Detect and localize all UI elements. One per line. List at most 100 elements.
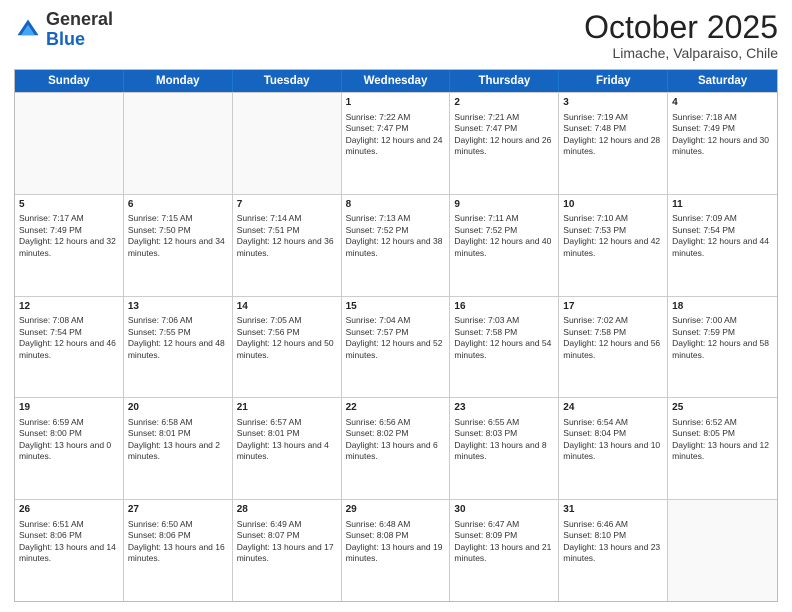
- day-cell-27: 27Sunrise: 6:50 AMSunset: 8:06 PMDayligh…: [124, 500, 233, 601]
- day-number: 29: [346, 503, 446, 517]
- day-number: 6: [128, 198, 228, 212]
- day-cell-20: 20Sunrise: 6:58 AMSunset: 8:01 PMDayligh…: [124, 398, 233, 499]
- day-info: Sunrise: 6:54 AMSunset: 8:04 PMDaylight:…: [563, 417, 663, 463]
- day-number: 23: [454, 401, 554, 415]
- day-cell-13: 13Sunrise: 7:06 AMSunset: 7:55 PMDayligh…: [124, 297, 233, 398]
- day-cell-1: 1Sunrise: 7:22 AMSunset: 7:47 PMDaylight…: [342, 93, 451, 194]
- day-cell-4: 4 Sunrise: 7:18 AMSunset: 7:49 PMDaylight…: [668, 93, 777, 194]
- day-cell-26: 26 Sunrise: 6:51 AMSunset: 8:06 PMDayligh…: [15, 500, 124, 601]
- day-header-monday: Monday: [124, 70, 233, 92]
- day-number: 12: [19, 300, 119, 314]
- day-number: 2: [454, 96, 554, 110]
- calendar-title: October 2025: [584, 10, 778, 45]
- logo-general: General: [46, 10, 113, 30]
- day-info: Sunrise: 6:59 AMSunset: 8:00 PMDaylight:…: [19, 417, 119, 463]
- empty-cell: [668, 500, 777, 601]
- day-cell-30: 30 Sunrise: 6:47 AMSunset: 8:09 PMDayligh…: [450, 500, 559, 601]
- day-info: Sunrise: 7:15 AMSunset: 7:50 PMDaylight:…: [128, 213, 228, 259]
- day-info: Sunrise: 7:06 AMSunset: 7:55 PMDaylight:…: [128, 315, 228, 361]
- day-cell-14: 14Sunrise: 7:05 AMSunset: 7:56 PMDayligh…: [233, 297, 342, 398]
- day-cell-29: 29 Sunrise: 6:48 AMSunset: 8:08 PMDayligh…: [342, 500, 451, 601]
- day-info: Sunrise: 6:52 AMSunset: 8:05 PMDaylight:…: [672, 417, 773, 463]
- day-number: 7: [237, 198, 337, 212]
- day-cell-16: 16Sunrise: 7:03 AMSunset: 7:58 PMDayligh…: [450, 297, 559, 398]
- week-row-2: 5Sunrise: 7:17 AMSunset: 7:49 PMDaylight…: [15, 194, 777, 296]
- header: General Blue October 2025 Limache, Valpa…: [14, 10, 778, 61]
- day-number: 11: [672, 198, 773, 212]
- title-block: October 2025 Limache, Valparaiso, Chile: [584, 10, 778, 61]
- day-info: Sunrise: 7:21 AMSunset: 7:47 PMDaylight:…: [454, 112, 554, 158]
- day-number: 3: [563, 96, 663, 110]
- logo-blue: Blue: [46, 30, 113, 50]
- day-number: 30: [454, 503, 554, 517]
- day-cell-21: 21Sunrise: 6:57 AMSunset: 8:01 PMDayligh…: [233, 398, 342, 499]
- day-number: 19: [19, 401, 119, 415]
- day-number: 14: [237, 300, 337, 314]
- day-info: Sunrise: 7:14 AMSunset: 7:51 PMDaylight:…: [237, 213, 337, 259]
- day-info: Sunrise: 7:13 AMSunset: 7:52 PMDaylight:…: [346, 213, 446, 259]
- page: General Blue October 2025 Limache, Valpa…: [0, 0, 792, 612]
- week-row-1: 1Sunrise: 7:22 AMSunset: 7:47 PMDaylight…: [15, 92, 777, 194]
- day-number: 16: [454, 300, 554, 314]
- day-info: Sunrise: 7:02 AMSunset: 7:58 PMDaylight:…: [563, 315, 663, 361]
- calendar-body: 1Sunrise: 7:22 AMSunset: 7:47 PMDaylight…: [15, 92, 777, 601]
- day-cell-15: 15Sunrise: 7:04 AMSunset: 7:57 PMDayligh…: [342, 297, 451, 398]
- day-info: Sunrise: 6:55 AMSunset: 8:03 PMDaylight:…: [454, 417, 554, 463]
- day-info: Sunrise: 6:56 AMSunset: 8:02 PMDaylight:…: [346, 417, 446, 463]
- day-number: 24: [563, 401, 663, 415]
- day-info: Sunrise: 6:49 AMSunset: 8:07 PMDaylight:…: [237, 519, 337, 565]
- logo-icon: [14, 16, 42, 44]
- day-info: Sunrise: 6:51 AMSunset: 8:06 PMDaylight:…: [19, 519, 119, 565]
- day-cell-11: 11Sunrise: 7:09 AMSunset: 7:54 PMDayligh…: [668, 195, 777, 296]
- day-cell-25: 25 Sunrise: 6:52 AMSunset: 8:05 PMDayligh…: [668, 398, 777, 499]
- day-number: 15: [346, 300, 446, 314]
- day-cell-12: 12Sunrise: 7:08 AMSunset: 7:54 PMDayligh…: [15, 297, 124, 398]
- day-number: 5: [19, 198, 119, 212]
- day-number: 4: [672, 96, 773, 110]
- calendar-subtitle: Limache, Valparaiso, Chile: [584, 45, 778, 61]
- logo: General Blue: [14, 10, 113, 50]
- empty-cell: [233, 93, 342, 194]
- calendar: SundayMondayTuesdayWednesdayThursdayFrid…: [14, 69, 778, 602]
- day-cell-10: 10Sunrise: 7:10 AMSunset: 7:53 PMDayligh…: [559, 195, 668, 296]
- day-number: 21: [237, 401, 337, 415]
- day-number: 18: [672, 300, 773, 314]
- day-header-friday: Friday: [559, 70, 668, 92]
- day-cell-24: 24 Sunrise: 6:54 AMSunset: 8:04 PMDayligh…: [559, 398, 668, 499]
- day-number: 25: [672, 401, 773, 415]
- empty-cell: [15, 93, 124, 194]
- day-cell-23: 23 Sunrise: 6:55 AMSunset: 8:03 PMDayligh…: [450, 398, 559, 499]
- day-info: Sunrise: 7:18 AMSunset: 7:49 PMDaylight:…: [672, 112, 773, 158]
- day-header-wednesday: Wednesday: [342, 70, 451, 92]
- week-row-3: 12Sunrise: 7:08 AMSunset: 7:54 PMDayligh…: [15, 296, 777, 398]
- day-cell-18: 18Sunrise: 7:00 AMSunset: 7:59 PMDayligh…: [668, 297, 777, 398]
- day-info: Sunrise: 7:08 AMSunset: 7:54 PMDaylight:…: [19, 315, 119, 361]
- day-number: 9: [454, 198, 554, 212]
- day-number: 27: [128, 503, 228, 517]
- day-info: Sunrise: 6:48 AMSunset: 8:08 PMDaylight:…: [346, 519, 446, 565]
- day-number: 20: [128, 401, 228, 415]
- day-cell-3: 3 Sunrise: 7:19 AMSunset: 7:48 PMDaylight…: [559, 93, 668, 194]
- day-info: Sunrise: 7:19 AMSunset: 7:48 PMDaylight:…: [563, 112, 663, 158]
- day-header-saturday: Saturday: [668, 70, 777, 92]
- day-info: Sunrise: 6:47 AMSunset: 8:09 PMDaylight:…: [454, 519, 554, 565]
- day-header-thursday: Thursday: [450, 70, 559, 92]
- day-info: Sunrise: 7:04 AMSunset: 7:57 PMDaylight:…: [346, 315, 446, 361]
- day-cell-2: 2 Sunrise: 7:21 AMSunset: 7:47 PMDaylight…: [450, 93, 559, 194]
- day-header-sunday: Sunday: [15, 70, 124, 92]
- day-number: 26: [19, 503, 119, 517]
- week-row-4: 19 Sunrise: 6:59 AMSunset: 8:00 PMDayligh…: [15, 397, 777, 499]
- day-number: 13: [128, 300, 228, 314]
- day-info: Sunrise: 7:05 AMSunset: 7:56 PMDaylight:…: [237, 315, 337, 361]
- day-cell-22: 22Sunrise: 6:56 AMSunset: 8:02 PMDayligh…: [342, 398, 451, 499]
- day-cell-8: 8Sunrise: 7:13 AMSunset: 7:52 PMDaylight…: [342, 195, 451, 296]
- day-cell-7: 7Sunrise: 7:14 AMSunset: 7:51 PMDaylight…: [233, 195, 342, 296]
- day-cell-19: 19 Sunrise: 6:59 AMSunset: 8:00 PMDayligh…: [15, 398, 124, 499]
- day-number: 10: [563, 198, 663, 212]
- day-number: 31: [563, 503, 663, 517]
- day-cell-28: 28Sunrise: 6:49 AMSunset: 8:07 PMDayligh…: [233, 500, 342, 601]
- day-info: Sunrise: 7:09 AMSunset: 7:54 PMDaylight:…: [672, 213, 773, 259]
- day-info: Sunrise: 7:17 AMSunset: 7:49 PMDaylight:…: [19, 213, 119, 259]
- day-number: 8: [346, 198, 446, 212]
- calendar-header-row: SundayMondayTuesdayWednesdayThursdayFrid…: [15, 70, 777, 92]
